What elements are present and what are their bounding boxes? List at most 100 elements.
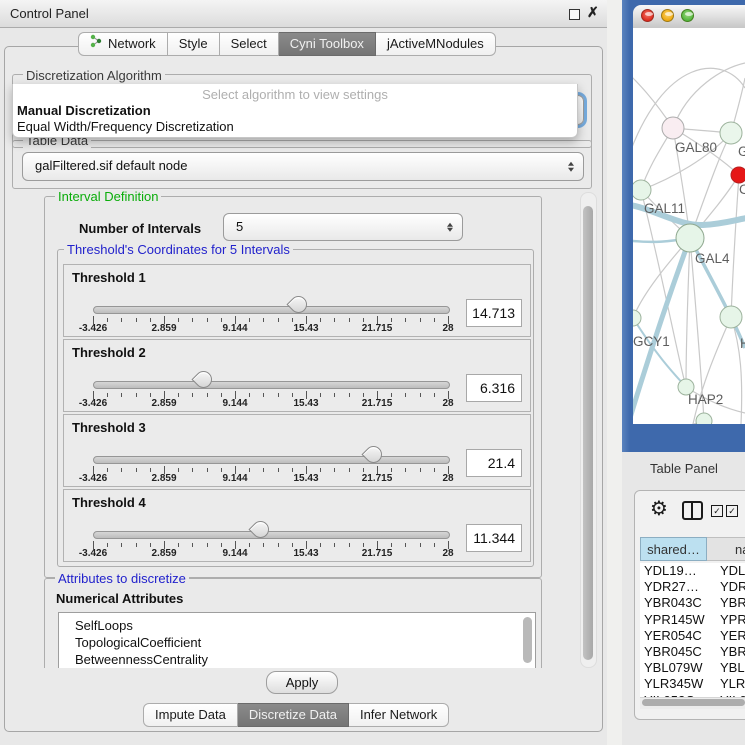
vertical-scrollbar-thumb[interactable] (583, 206, 593, 660)
threshold-value-field[interactable]: 14.713 (466, 299, 522, 327)
popup-option-equal-width-frequency-discretization[interactable]: Equal Width/Frequency Discretization (17, 119, 234, 135)
cell-name: YBL0 (707, 660, 745, 676)
attribute-item-topologicalcoefficient[interactable]: TopologicalCoefficient (59, 634, 535, 651)
minor-tick (121, 318, 122, 322)
cell-shared-name: YLR345W (640, 676, 707, 692)
tab-label: Select (231, 33, 267, 55)
num-intervals-combo[interactable]: 5 (223, 213, 463, 241)
close-traffic-light-icon[interactable] (641, 9, 654, 22)
tab-infer-network[interactable]: Infer Network (349, 703, 449, 727)
network-node-gal11[interactable] (633, 180, 651, 200)
threshold-value-field[interactable]: 11.344 (466, 524, 522, 552)
panel-title: Control Panel (10, 0, 89, 27)
close-icon[interactable]: ✗ (587, 4, 599, 21)
network-edge[interactable] (673, 63, 745, 128)
slider-track[interactable] (93, 531, 450, 539)
tab-impute-data[interactable]: Impute Data (143, 703, 238, 727)
table-row[interactable]: YBR045CYBR0 (640, 644, 745, 660)
num-intervals-value: 5 (236, 214, 243, 240)
table-row[interactable]: YDR27…YDR2 (640, 579, 745, 595)
minor-tick (207, 543, 208, 547)
network-node-c[interactable] (731, 167, 745, 183)
table-row[interactable]: YDL19…YDL1 (640, 563, 745, 579)
checkbox-icon[interactable]: ✓ (726, 505, 738, 517)
popup-option-manual-discretization[interactable]: Manual Discretization (17, 103, 151, 119)
minimize-traffic-light-icon[interactable] (661, 9, 674, 22)
minor-tick (263, 543, 264, 547)
attribute-item-betweennesscentrality[interactable]: BetweennessCentrality (59, 651, 535, 668)
threshold-value-field[interactable]: 21.4 (466, 449, 522, 477)
threshold-label: Threshold 4 (72, 495, 146, 510)
tab-discretize-data[interactable]: Discretize Data (238, 703, 349, 727)
network-node[interactable] (696, 413, 712, 424)
horizontal-scrollbar-thumb[interactable] (642, 699, 745, 706)
network-node-gcy1[interactable] (633, 310, 641, 326)
tab-jactivemnodules[interactable]: jActiveMNodules (376, 32, 496, 56)
minor-tick (420, 468, 421, 472)
tick-label: -3.426 (63, 548, 123, 559)
slider-track[interactable] (93, 306, 450, 314)
minor-tick (178, 393, 179, 397)
gear-icon[interactable]: ⚙ (650, 497, 668, 519)
threshold-value-field[interactable]: 6.316 (466, 374, 522, 402)
tab-cyni-toolbox[interactable]: Cyni Toolbox (279, 32, 376, 56)
table-row[interactable]: YPR145WYPR1 (640, 612, 745, 628)
tick-label: 9.144 (205, 548, 265, 559)
tab-network[interactable]: Network (78, 32, 168, 56)
minor-tick (292, 393, 293, 397)
checkbox-icon[interactable]: ✓ (711, 505, 723, 517)
network-canvas[interactable]: GAL80GCGAL11GAL4GCY1HHAP2 (633, 28, 745, 424)
list-scrollbar[interactable] (523, 617, 532, 663)
node-label-gal80: GAL80 (675, 140, 717, 155)
table-row[interactable]: YBR043CYBR0 (640, 595, 745, 611)
minor-tick (434, 543, 435, 547)
table-row[interactable]: YLR345WYLR3 (640, 676, 745, 692)
tick-label: 21.715 (347, 323, 407, 334)
network-node-gal4[interactable] (676, 224, 704, 252)
network-icon (90, 33, 103, 55)
minor-tick (221, 543, 222, 547)
algorithm-group-label: Discretization Algorithm (23, 68, 165, 83)
minor-tick (349, 393, 350, 397)
tab-style[interactable]: Style (168, 32, 220, 56)
cell-shared-name: YBL079W (640, 660, 707, 676)
tab-select[interactable]: Select (220, 32, 279, 56)
minor-tick (249, 543, 250, 547)
control-panel: Control Panel ✗ Network Style Select Cyni T… (0, 0, 607, 745)
node-label-g: G (738, 144, 745, 159)
network-edge[interactable] (686, 238, 690, 387)
table-row[interactable]: YBL079WYBL0 (640, 660, 745, 676)
minor-tick (391, 468, 392, 472)
network-edge[interactable] (731, 175, 739, 317)
table-row[interactable]: YER054CYER0 (640, 628, 745, 644)
apply-button[interactable]: Apply (266, 671, 338, 694)
minor-tick (207, 468, 208, 472)
network-node-h[interactable] (720, 306, 742, 328)
minor-tick (150, 468, 151, 472)
column-header-name[interactable]: na (707, 537, 745, 561)
minor-tick (334, 318, 335, 322)
zoom-traffic-light-icon[interactable] (681, 9, 694, 22)
column-header-shared-name[interactable]: shared… (640, 537, 707, 561)
tab-label: Style (179, 33, 208, 55)
cell-shared-name: YDR27… (640, 579, 707, 595)
threshold-value: 6.316 (480, 375, 515, 401)
minor-tick (334, 543, 335, 547)
tab-label: Infer Network (360, 704, 437, 726)
minor-tick (263, 393, 264, 397)
network-node-g[interactable] (720, 122, 742, 144)
tick-label: 9.144 (205, 473, 265, 484)
table-data-combo[interactable]: galFiltered.sif default node (22, 152, 584, 181)
attribute-item-selfloops[interactable]: SelfLoops (59, 617, 535, 634)
attributes-listbox[interactable]: SelfLoopsTopologicalCoefficientBetweenne… (58, 612, 536, 668)
node-label-gal4: GAL4 (695, 251, 730, 266)
minor-tick (434, 393, 435, 397)
network-edge[interactable] (693, 317, 731, 424)
split-columns-icon[interactable] (682, 501, 703, 520)
network-window-titlebar[interactable] (633, 5, 745, 29)
slider-track[interactable] (93, 456, 450, 464)
float-icon[interactable] (569, 9, 580, 20)
tick-label: 21.715 (347, 398, 407, 409)
network-node-gal80[interactable] (662, 117, 684, 139)
slider-track[interactable] (93, 381, 450, 389)
